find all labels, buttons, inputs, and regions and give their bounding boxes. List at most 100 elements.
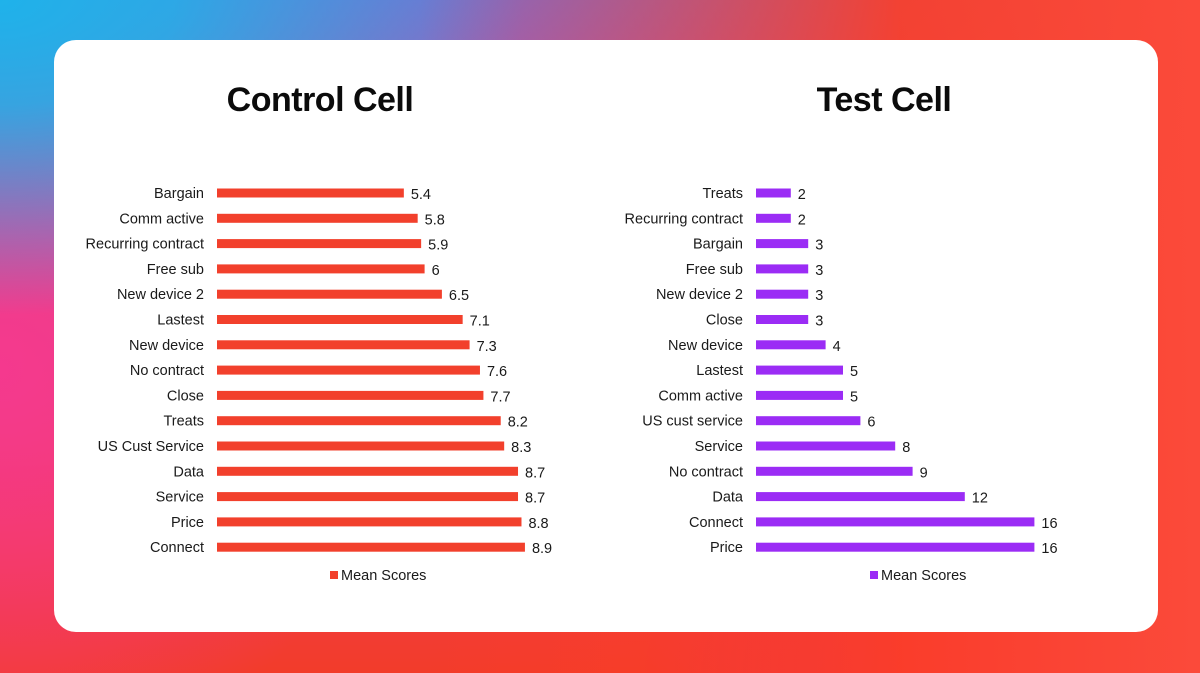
value-label: 8.8 [528, 516, 548, 532]
test-cell-title: Test Cell [817, 81, 952, 119]
bar-row-lastest: Lastest 5 [696, 363, 858, 380]
value-label: 7.1 [470, 314, 490, 330]
control-cell-bars: Bargain 5.4 Comm active 5.8 Recurring contra… [86, 186, 553, 557]
bar-row-free-sub: Free sub 6 [147, 262, 440, 279]
category-label: US Cust Service [98, 439, 204, 455]
test-cell-bars: Treats 2Recurring contract 2Bargain 3Free s… [625, 186, 1058, 557]
bar-row-connect: Connect 16 [689, 515, 1058, 532]
test-cell-legend: Mean Scores [870, 568, 966, 584]
bar [756, 390, 843, 400]
category-label: Service [156, 490, 204, 506]
value-label: 3 [815, 238, 823, 254]
value-label: 8.7 [525, 491, 545, 507]
category-label: Treats [163, 414, 204, 430]
control-cell-title: Control Cell [227, 81, 414, 119]
category-label: Treats [702, 186, 743, 202]
category-label: Lastest [696, 363, 743, 379]
bar-row-recurring-contract: Recurring contract 2 [625, 211, 806, 228]
bar [756, 466, 913, 476]
value-label: 2 [798, 212, 806, 228]
bar [756, 213, 791, 223]
bar [217, 542, 525, 552]
category-label: US cust service [642, 414, 743, 430]
bar [756, 416, 861, 426]
legend-label-control: Mean Scores [341, 568, 426, 584]
bar [217, 213, 418, 223]
value-label: 8.7 [525, 465, 545, 481]
value-label: 6 [867, 415, 875, 431]
bar-row-us-cust-service: US Cust Service 8.3 [98, 439, 532, 456]
bar-row-comm-active: Comm active 5.8 [119, 211, 444, 228]
value-label: 4 [833, 339, 841, 355]
category-label: No contract [669, 464, 743, 480]
control-cell-legend: Mean Scores [330, 568, 426, 584]
bar [217, 416, 501, 426]
bar-row-close: Close 7.7 [167, 388, 511, 405]
bar-row-no-contract: No contract 7.6 [130, 363, 507, 380]
bar-row-treats: Treats 8.2 [163, 414, 527, 431]
category-label: Price [710, 540, 743, 556]
bar [217, 492, 519, 502]
bar [756, 492, 965, 502]
bar [217, 188, 404, 198]
control-cell-chart: Control Cell Bargain 5.4 Comm active 5.8 Rec… [86, 81, 553, 584]
value-label: 5 [850, 389, 858, 405]
bar-row-recurring-contract: Recurring contract 5.9 [86, 237, 449, 254]
category-label: Data [712, 490, 744, 506]
bar-row-new-device: New device 7.3 [129, 338, 497, 355]
bar-row-connect: Connect 8.9 [150, 540, 552, 557]
value-label: 3 [815, 263, 823, 279]
bar-row-data: Data 8.7 [173, 464, 545, 481]
category-label: Bargain [154, 186, 204, 202]
value-label: 16 [1041, 516, 1057, 532]
bar [756, 239, 809, 249]
category-label: Comm active [658, 388, 743, 404]
legend-swatch-control [330, 571, 338, 579]
bar-row-close: Close 3 [706, 313, 823, 330]
category-label: Connect [689, 515, 743, 531]
bar [756, 289, 809, 299]
value-label: 7.7 [490, 389, 510, 405]
category-label: Lastest [157, 313, 204, 329]
category-label: No contract [130, 363, 204, 379]
bar-row-no-contract: No contract 9 [669, 464, 928, 481]
bar-row-treats: Treats 2 [702, 186, 805, 203]
bar [217, 315, 463, 324]
bar-row-data: Data 12 [712, 490, 988, 507]
bar [756, 188, 791, 198]
bar [217, 365, 480, 375]
category-label: Comm active [119, 211, 204, 227]
category-label: Bargain [693, 237, 743, 253]
bar [756, 542, 1035, 552]
bar-row-bargain: Bargain 3 [693, 237, 823, 254]
bar-row-price: Price 8.8 [171, 515, 549, 532]
value-label: 5.4 [411, 187, 431, 203]
bar [217, 441, 505, 451]
bar-row-price: Price 16 [710, 540, 1058, 557]
category-label: Free sub [147, 262, 204, 278]
value-label: 5.9 [428, 238, 448, 254]
bar-row-comm-active: Comm active 5 [658, 388, 858, 405]
value-label: 7.3 [477, 339, 497, 355]
bar-row-service: Service 8.7 [156, 490, 546, 507]
bar [217, 390, 484, 400]
value-label: 2 [798, 187, 806, 203]
slide-card: Control Cell Bargain 5.4 Comm active 5.8 Rec… [54, 40, 1158, 632]
category-label: Price [171, 515, 204, 531]
value-label: 8.3 [511, 440, 531, 456]
category-label: Data [173, 464, 205, 480]
bar [217, 340, 470, 350]
bar [217, 289, 442, 299]
bar-row-free-sub: Free sub 3 [686, 262, 824, 279]
legend-swatch-test [870, 571, 878, 579]
test-cell-chart: Test Cell Treats 2 Recurring contract 2 Barg… [625, 81, 1058, 584]
category-label: Recurring contract [86, 237, 204, 253]
bar-row-new-device-2: New device 2 6.5 [117, 287, 469, 304]
charts-canvas: Control Cell Bargain 5.4 Comm active 5.8 Rec… [86, 81, 1058, 584]
value-label: 8 [902, 440, 910, 456]
bar [756, 315, 809, 324]
bar [756, 365, 843, 375]
value-label: 5 [850, 364, 858, 380]
bar [217, 466, 519, 476]
bar-row-lastest: Lastest 7.1 [157, 313, 490, 330]
